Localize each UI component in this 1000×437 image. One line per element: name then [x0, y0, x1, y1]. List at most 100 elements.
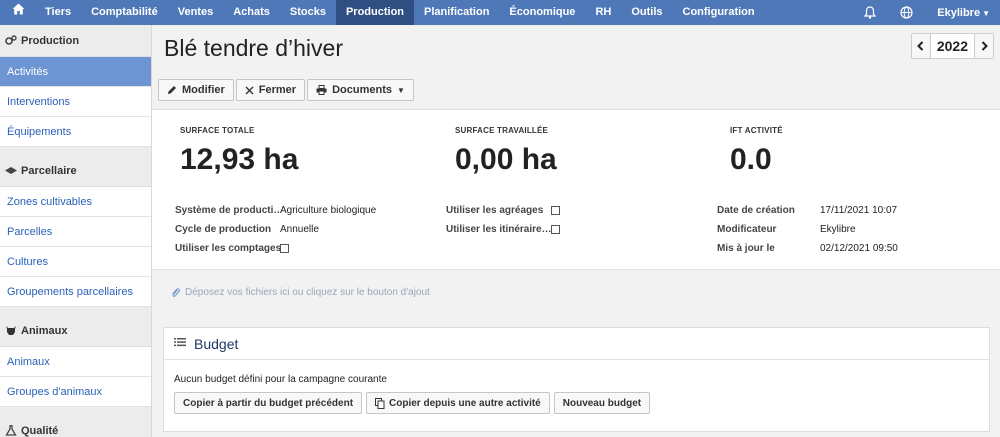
current-year: 2022	[929, 34, 975, 58]
nav-stocks[interactable]: Stocks	[280, 0, 336, 25]
property-row: Utiliser les agréages	[446, 201, 560, 220]
edit-button[interactable]: Modifier	[158, 79, 234, 101]
properties-col-1: Système de producti… Agriculture biologi…	[175, 201, 376, 258]
kpi-value: 0.0	[730, 143, 772, 176]
kpi-value: 0,00 ha	[455, 143, 557, 176]
use-counts-checkbox[interactable]	[280, 244, 289, 253]
sidebar-divider	[0, 407, 151, 415]
properties-col-3: Date de création 17/11/2021 10:07 Modifi…	[717, 201, 898, 258]
sidebar: Production Activités Interventions Équip…	[0, 25, 152, 437]
property-row: Utiliser les itinéraire…	[446, 220, 560, 239]
sidebar-item-cultures[interactable]: Cultures	[0, 247, 151, 277]
sidebar-section-title: Production	[21, 34, 80, 47]
user-name: Ekylibre	[937, 6, 981, 19]
kpi-surface-totale: SURFACE TOTALE 12,93 ha	[180, 126, 298, 177]
nav-comptabilite[interactable]: Comptabilité	[81, 0, 168, 25]
properties-col-2: Utiliser les agréages Utiliser les itiné…	[446, 201, 560, 239]
next-year-button[interactable]	[975, 34, 993, 58]
caret-down-icon: ▼	[982, 8, 990, 18]
kpi-surface-travaillee: SURFACE TRAVAILLÉE 0,00 ha	[455, 126, 557, 177]
property-row: Système de producti… Agriculture biologi…	[175, 201, 376, 220]
nav-outils[interactable]: Outils	[621, 0, 672, 25]
close-button-label: Fermer	[258, 84, 297, 96]
sidebar-item-groupes-animaux[interactable]: Groupes d'animaux	[0, 377, 151, 407]
sidebar-item-interventions[interactable]: Interventions	[0, 87, 151, 117]
sidebar-item-groupements-parcellaires[interactable]: Groupements parcellaires	[0, 277, 151, 307]
nav-rh[interactable]: RH	[585, 0, 621, 25]
documents-dropdown-button[interactable]: Documents ▼	[307, 79, 414, 101]
nav-tiers[interactable]: Tiers	[35, 0, 81, 25]
sidebar-item-animaux[interactable]: Animaux	[0, 347, 151, 377]
property-row: Mis à jour le 02/12/2021 09:50	[717, 239, 898, 258]
property-key: Utiliser les comptages	[175, 243, 280, 254]
documents-button-label: Documents	[332, 84, 392, 96]
sidebar-section-animaux: Animaux	[0, 315, 151, 347]
sidebar-divider	[0, 147, 151, 155]
sidebar-item-activites[interactable]: Activités	[0, 57, 151, 87]
property-value: Annuelle	[280, 224, 319, 235]
use-gradings-checkbox[interactable]	[551, 206, 560, 215]
page-title: Blé tendre d’hiver	[164, 35, 343, 61]
kpi-label: SURFACE TOTALE	[180, 126, 255, 135]
budget-header: Budget	[164, 328, 989, 360]
sidebar-divider	[0, 307, 151, 315]
sidebar-section-qualite: Qualité	[0, 415, 151, 437]
toolbar: Modifier Fermer Documents ▼	[158, 79, 414, 101]
property-key: Utiliser les itinéraire…	[446, 224, 551, 235]
sidebar-section-parcellaire: Parcellaire	[0, 155, 151, 187]
paperclip-icon	[171, 287, 180, 298]
sidebar-section-production: Production	[0, 25, 151, 57]
close-button[interactable]: Fermer	[235, 79, 306, 101]
sidebar-item-equipements[interactable]: Équipements	[0, 117, 151, 147]
printer-icon	[316, 85, 327, 95]
property-key: Date de création	[717, 205, 795, 216]
copy-icon	[375, 397, 385, 409]
nav-configuration[interactable]: Configuration	[673, 0, 765, 25]
map-icon	[5, 166, 17, 175]
property-value: Ekylibre	[820, 224, 856, 235]
gears-icon	[5, 35, 17, 46]
new-budget-button[interactable]: Nouveau budget	[553, 392, 651, 414]
sidebar-section-title: Animaux	[21, 324, 68, 337]
property-key: Système de producti…	[175, 205, 280, 216]
user-menu[interactable]: Ekylibre ▼	[925, 7, 1000, 19]
sidebar-item-parcelles[interactable]: Parcelles	[0, 217, 151, 247]
sidebar-item-zones-cultivables[interactable]: Zones cultivables	[0, 187, 151, 217]
kpi-value: 12,93 ha	[180, 143, 299, 176]
pencil-icon	[167, 85, 177, 95]
sidebar-section-title: Qualité	[21, 424, 59, 437]
nav-ventes[interactable]: Ventes	[168, 0, 223, 25]
kpi-label: IFT ACTIVITÉ	[730, 126, 783, 135]
kpi-ift-activite: IFT ACTIVITÉ 0.0	[730, 126, 783, 177]
previous-year-button[interactable]	[911, 34, 930, 58]
main-content: Blé tendre d’hiver 2022 Modifier Fermer	[152, 25, 1000, 437]
nav-production[interactable]: Production	[335, 0, 415, 25]
bell-icon[interactable]	[852, 0, 888, 25]
top-navbar: Tiers Comptabilité Ventes Achats Stocks …	[0, 0, 1000, 25]
copy-previous-budget-button[interactable]: Copier à partir du budget précédent	[174, 392, 363, 414]
nav-planification[interactable]: Planification	[414, 0, 499, 25]
budget-actions: Copier à partir du budget précédent Copi…	[174, 392, 651, 414]
property-row: Cycle de production Annuelle	[175, 220, 376, 239]
close-icon	[245, 86, 254, 95]
copy-from-activity-button[interactable]: Copier depuis une autre activité	[366, 392, 550, 414]
property-value: Agriculture biologique	[280, 205, 377, 216]
file-dropzone[interactable]: Déposez vos fichiers ici ou cliquez sur …	[171, 287, 430, 298]
use-itineraries-checkbox[interactable]	[551, 225, 560, 234]
home-icon[interactable]	[0, 0, 35, 25]
property-key: Utiliser les agréages	[446, 205, 544, 216]
edit-button-label: Modifier	[182, 84, 225, 96]
dropzone-text: Déposez vos fichiers ici ou cliquez sur …	[185, 287, 430, 298]
property-key: Mis à jour le	[717, 243, 775, 254]
property-row: Modificateur Ekylibre	[717, 220, 898, 239]
flask-icon	[5, 425, 17, 436]
nav-economique[interactable]: Économique	[499, 0, 585, 25]
budget-empty-message: Aucun budget défini pour la campagne cou…	[174, 374, 387, 385]
property-value: 02/12/2021 09:50	[820, 243, 898, 254]
caret-down-icon: ▼	[396, 85, 405, 95]
property-key: Modificateur	[717, 224, 777, 235]
list-icon	[174, 337, 186, 350]
chevron-left-icon	[917, 41, 924, 51]
nav-achats[interactable]: Achats	[223, 0, 280, 25]
globe-icon[interactable]	[888, 0, 925, 25]
